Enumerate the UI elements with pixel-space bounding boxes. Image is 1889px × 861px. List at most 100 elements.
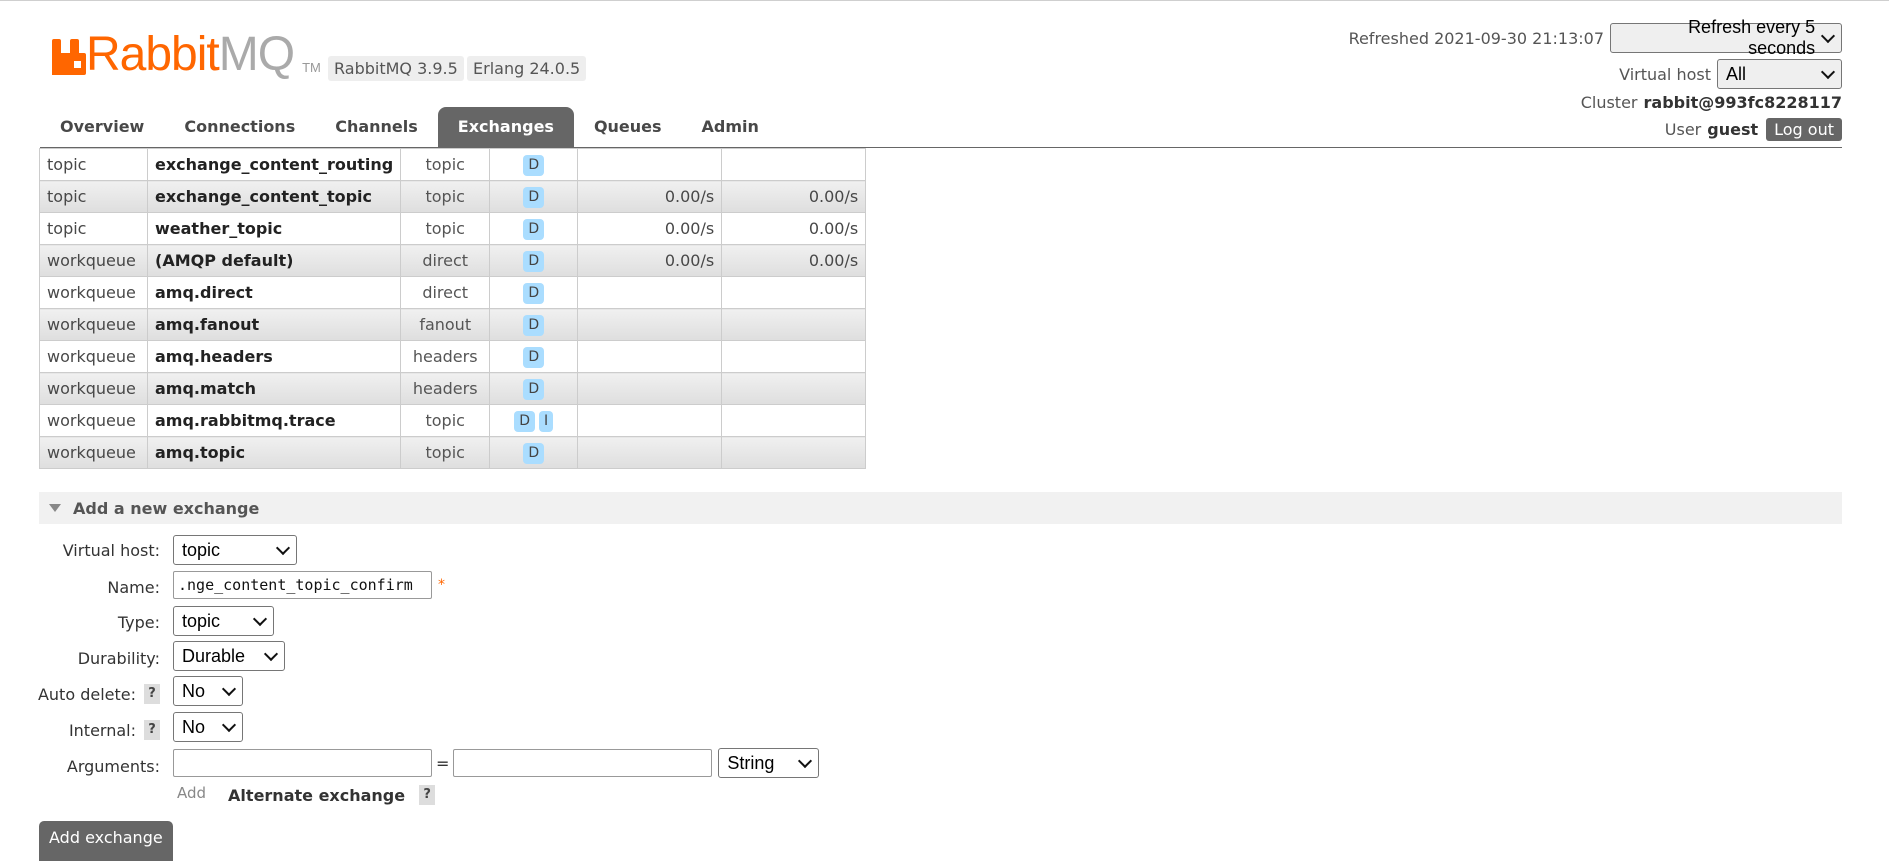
auto-delete-select[interactable]: No xyxy=(173,676,243,706)
exchange-rate-in-cell xyxy=(577,276,723,309)
auto-delete-help-icon[interactable]: ? xyxy=(144,684,160,704)
exchange-type-cell: direct xyxy=(400,244,491,277)
exchange-vhost-cell: topic xyxy=(39,212,148,245)
equals-sign: = xyxy=(436,753,450,773)
add-exchange-section-header[interactable]: Add a new exchange xyxy=(39,492,1842,524)
exchange-vhost-cell: workqueue xyxy=(39,308,148,341)
exchange-type-cell: direct xyxy=(400,276,491,309)
durable-badge: D xyxy=(514,410,536,432)
exchange-rate-out-cell: 0.00/s xyxy=(721,180,867,213)
durable-badge: D xyxy=(523,346,545,368)
exchange-name-link[interactable]: amq.rabbitmq.trace xyxy=(146,404,402,437)
exchange-type-cell: topic xyxy=(400,180,491,213)
tab-admin[interactable]: Admin xyxy=(682,107,779,147)
exchange-rate-in-cell xyxy=(577,404,723,437)
vhost-field-label: Virtual host: xyxy=(62,541,160,560)
exchange-rate-in-cell xyxy=(577,340,723,373)
chevron-down-icon xyxy=(263,646,279,662)
exchange-row: topic exchange_content_routing topic D xyxy=(39,148,867,181)
durability-select[interactable]: Durable xyxy=(173,641,285,671)
vhost-select[interactable]: topic xyxy=(173,535,297,565)
exchange-name-link[interactable]: exchange_content_topic xyxy=(146,180,402,213)
durable-badge: D xyxy=(523,282,545,304)
durable-badge: D xyxy=(523,186,545,208)
add-exchange-button[interactable]: Add exchange xyxy=(39,821,173,861)
logout-button[interactable]: Log out xyxy=(1766,118,1842,141)
rabbitmq-logo[interactable]: Rabbit MQ TM xyxy=(52,29,321,81)
exchange-rate-in-cell xyxy=(577,148,723,181)
exchange-vhost-cell: workqueue xyxy=(39,244,148,277)
exchange-name-link[interactable]: amq.direct xyxy=(146,276,402,309)
logo-trademark: TM xyxy=(302,60,321,75)
exchange-features-cell: D xyxy=(489,180,579,213)
name-field-wrap: .nge_content_topic_confirm * xyxy=(173,571,445,599)
tab-channels[interactable]: Channels xyxy=(315,107,438,147)
internal-value: No xyxy=(182,716,206,737)
exchange-row: workqueue amq.fanout fanout D xyxy=(39,308,867,341)
refresh-interval-value: Refresh every 5 seconds xyxy=(1688,17,1816,58)
exchange-rate-out-cell xyxy=(721,340,867,373)
exchange-name-link[interactable]: (AMQP default) xyxy=(146,244,402,277)
collapse-triangle-icon xyxy=(49,504,61,512)
exchange-row: workqueue amq.rabbitmq.trace topic D I xyxy=(39,404,867,437)
exchange-rate-in-cell xyxy=(577,372,723,405)
exchange-type-cell: topic xyxy=(400,148,491,181)
user-name: guest xyxy=(1707,120,1759,139)
chevron-down-icon xyxy=(1820,64,1836,80)
exchange-name-link[interactable]: amq.fanout xyxy=(146,308,402,341)
virtual-host-select[interactable]: All xyxy=(1717,59,1842,89)
chevron-down-icon xyxy=(221,681,237,697)
exchange-row: topic exchange_content_topic topic D 0.00/s 0… xyxy=(39,180,867,213)
alternate-exchange-link[interactable]: Alternate exchange xyxy=(228,786,405,805)
durable-badge: D xyxy=(523,442,545,464)
exchange-name-link[interactable]: amq.topic xyxy=(146,436,402,469)
exchange-name-link[interactable]: weather_topic xyxy=(146,212,402,245)
argument-type-value: String xyxy=(727,752,775,773)
argument-type-select[interactable]: String xyxy=(718,748,820,778)
argument-key-input[interactable] xyxy=(173,749,432,777)
exchange-rate-out-cell xyxy=(721,436,867,469)
tab-queues[interactable]: Queues xyxy=(574,107,682,147)
exchange-features-cell: D xyxy=(489,436,579,469)
exchange-rate-in-cell: 0.00/s xyxy=(577,212,723,245)
exchange-type-select[interactable]: topic xyxy=(173,606,274,636)
required-marker: * xyxy=(438,577,445,593)
exchange-row: workqueue amq.headers headers D xyxy=(39,340,867,373)
exchange-rate-out-cell xyxy=(721,148,867,181)
exchange-row: topic weather_topic topic D 0.00/s 0.00/s xyxy=(39,212,867,245)
exchange-rate-out-cell xyxy=(721,276,867,309)
user-label: User xyxy=(1664,120,1702,139)
exchange-name-link[interactable]: amq.headers xyxy=(146,340,402,373)
add-argument-label: Add xyxy=(177,784,207,802)
exchange-type-cell: topic xyxy=(400,212,491,245)
vhost-select-value: topic xyxy=(182,539,221,560)
internal-label-text: Internal: xyxy=(68,720,136,740)
alternate-exchange-help-icon[interactable]: ? xyxy=(419,785,436,805)
tab-connections[interactable]: Connections xyxy=(164,107,315,147)
exchange-rate-in-cell xyxy=(577,308,723,341)
argument-value-input[interactable] xyxy=(453,749,713,777)
auto-delete-value: No xyxy=(182,680,206,701)
internal-badge: I xyxy=(539,410,554,432)
tab-overview[interactable]: Overview xyxy=(40,107,164,147)
internal-select[interactable]: No xyxy=(173,712,243,742)
exchange-name-link[interactable]: amq.match xyxy=(146,372,402,405)
exchange-name-input[interactable]: .nge_content_topic_confirm xyxy=(173,571,432,599)
exchange-features-cell: D xyxy=(489,212,579,245)
exchange-features-cell: DI xyxy=(489,404,579,437)
exchange-row: workqueue amq.direct direct D xyxy=(39,276,867,309)
exchange-type-cell: fanout xyxy=(400,308,491,341)
chevron-down-icon xyxy=(798,753,813,769)
exchange-rate-out-cell: 0.00/s xyxy=(721,244,867,277)
type-field-label: Type: xyxy=(117,613,160,632)
exchange-type-cell: headers xyxy=(400,340,491,373)
exchange-rate-out-cell xyxy=(721,372,867,405)
durable-badge: D xyxy=(523,218,545,240)
internal-help-icon[interactable]: ? xyxy=(144,720,160,740)
chevron-down-icon xyxy=(275,540,291,556)
refresh-interval-select[interactable]: Refresh every 5 seconds xyxy=(1610,17,1842,58)
exchange-rate-in-cell: 0.00/s xyxy=(577,180,723,213)
tab-exchanges[interactable]: Exchanges xyxy=(437,107,574,147)
exchange-name-link[interactable]: exchange_content_routing xyxy=(146,148,402,181)
arguments-row: = String xyxy=(173,748,820,778)
